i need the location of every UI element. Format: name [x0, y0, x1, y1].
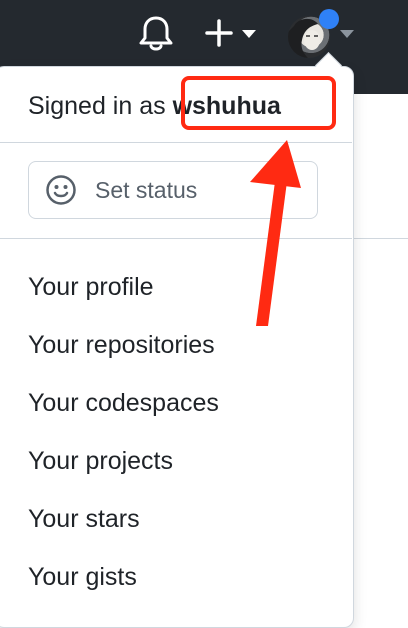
menu-list: Your profile Your repositories Your code… [28, 268, 348, 616]
page-divider [352, 238, 408, 239]
caret-down-icon[interactable] [240, 28, 258, 40]
status-dot [319, 9, 339, 29]
menu-item-your-codespaces[interactable]: Your codespaces [28, 384, 348, 442]
menu-item-your-profile[interactable]: Your profile [28, 268, 348, 326]
caret-down-icon[interactable] [338, 28, 356, 40]
plus-icon[interactable] [204, 18, 234, 48]
signed-in-prefix: Signed in as [28, 92, 166, 120]
smiley-icon [46, 175, 76, 205]
annotation-highlight-box [181, 76, 336, 130]
menu-item-your-repositories[interactable]: Your repositories [28, 326, 348, 384]
menu-item-your-projects[interactable]: Your projects [28, 442, 348, 500]
set-status-label: Set status [95, 176, 198, 203]
set-status-button[interactable]: Set status [28, 161, 318, 219]
bell-icon[interactable] [138, 14, 174, 52]
menu-item-your-gists[interactable]: Your gists [28, 558, 348, 616]
divider [0, 142, 352, 143]
divider [0, 238, 352, 239]
menu-item-your-stars[interactable]: Your stars [28, 500, 348, 558]
